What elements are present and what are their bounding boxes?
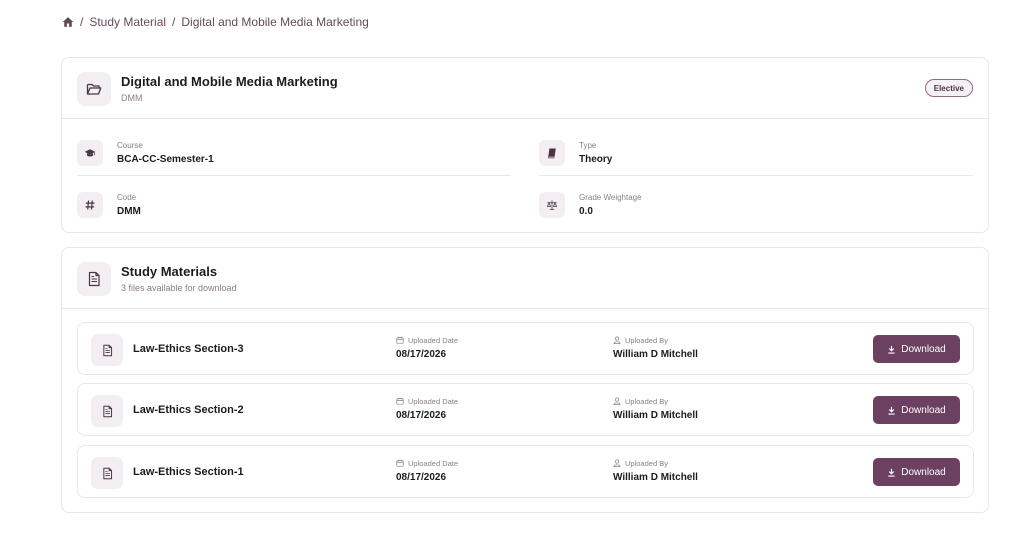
breadcrumb: / Study Material / Digital and Mobile Me… <box>62 14 369 30</box>
download-label: Download <box>901 343 946 355</box>
document-icon <box>77 262 111 296</box>
download-icon <box>888 468 895 477</box>
detail-value: Theory <box>579 154 613 165</box>
uploader-label: Uploaded By <box>625 335 668 345</box>
detail-course: Course BCA-CC-Semester-1 <box>77 132 511 176</box>
date-label: Uploaded Date <box>408 335 459 345</box>
detail-grade-weightage: Grade Weightage 0.0 <box>539 184 973 228</box>
subject-code-short: DMM <box>121 93 143 103</box>
material-row: Law-Ethics Section-2 Uploaded Date 08/17… <box>77 383 974 436</box>
hash-icon <box>77 192 103 218</box>
material-row: Law-Ethics Section-1 Uploaded Date 08/17… <box>77 445 974 498</box>
material-title: Law-Ethics Section-3 <box>133 343 244 355</box>
detail-label: Grade Weightage <box>579 193 642 202</box>
material-row: Law-Ethics Section-3 Uploaded Date 08/17… <box>77 322 974 375</box>
material-title: Law-Ethics Section-2 <box>133 404 244 416</box>
calendar-icon <box>396 459 404 467</box>
user-icon <box>613 336 621 344</box>
graduation-cap-icon <box>77 140 103 166</box>
user-icon <box>613 397 621 405</box>
uploader-label: Uploaded By <box>625 458 668 468</box>
materials-title: Study Materials <box>121 264 218 279</box>
uploaded-by: Uploaded By William D Mitchell <box>613 396 698 422</box>
breadcrumb-current: Digital and Mobile Media Marketing <box>181 15 369 29</box>
download-icon <box>888 345 895 354</box>
download-label: Download <box>901 404 946 416</box>
materials-header: Study Materials 3 files available for do… <box>62 248 988 309</box>
download-icon <box>888 406 895 415</box>
divider <box>539 175 973 176</box>
download-label: Download <box>901 466 946 478</box>
book-icon <box>539 140 565 166</box>
divider <box>77 175 511 176</box>
date-value: 08/17/2026 <box>396 349 447 360</box>
uploaded-by: Uploaded By William D Mitchell <box>613 335 698 361</box>
date-label: Uploaded Date <box>408 458 459 468</box>
detail-label: Course <box>117 141 143 150</box>
user-icon <box>613 459 621 467</box>
calendar-icon <box>396 397 404 405</box>
calendar-icon <box>396 336 404 344</box>
materials-subtitle: 3 files available for download <box>121 283 237 293</box>
detail-value: DMM <box>117 206 141 217</box>
document-icon <box>91 395 123 427</box>
detail-value: BCA-CC-Semester-1 <box>117 154 214 165</box>
document-icon <box>91 334 123 366</box>
uploader-value: William D Mitchell <box>613 410 698 421</box>
home-icon[interactable] <box>62 16 74 28</box>
uploader-value: William D Mitchell <box>613 349 698 360</box>
subject-card: Digital and Mobile Media Marketing DMM E… <box>61 57 989 233</box>
material-title: Law-Ethics Section-1 <box>133 466 244 478</box>
breadcrumb-separator: / <box>172 15 176 29</box>
uploaded-by: Uploaded By William D Mitchell <box>613 458 698 484</box>
detail-label: Type <box>579 141 597 150</box>
scale-icon <box>539 192 565 218</box>
uploaded-date: Uploaded Date 08/17/2026 <box>396 335 459 361</box>
study-materials-card: Study Materials 3 files available for do… <box>61 247 989 513</box>
document-icon <box>91 457 123 489</box>
folder-open-icon <box>77 72 111 106</box>
detail-value: 0.0 <box>579 206 593 217</box>
date-label: Uploaded Date <box>408 396 459 406</box>
date-value: 08/17/2026 <box>396 410 447 421</box>
detail-code: Code DMM <box>77 184 511 228</box>
subject-header: Digital and Mobile Media Marketing DMM E… <box>62 58 988 119</box>
download-button[interactable]: Download <box>873 396 960 424</box>
breadcrumb-study-material[interactable]: Study Material <box>89 15 166 29</box>
breadcrumb-separator: / <box>80 15 84 29</box>
uploader-label: Uploaded By <box>625 396 668 406</box>
detail-type: Type Theory <box>539 132 973 176</box>
date-value: 08/17/2026 <box>396 472 447 483</box>
elective-badge: Elective <box>924 79 973 97</box>
download-button[interactable]: Download <box>873 335 960 363</box>
uploaded-date: Uploaded Date 08/17/2026 <box>396 458 459 484</box>
detail-label: Code <box>117 193 137 202</box>
subject-title: Digital and Mobile Media Marketing <box>121 74 338 89</box>
download-button[interactable]: Download <box>873 458 960 486</box>
uploaded-date: Uploaded Date 08/17/2026 <box>396 396 459 422</box>
uploader-value: William D Mitchell <box>613 472 698 483</box>
